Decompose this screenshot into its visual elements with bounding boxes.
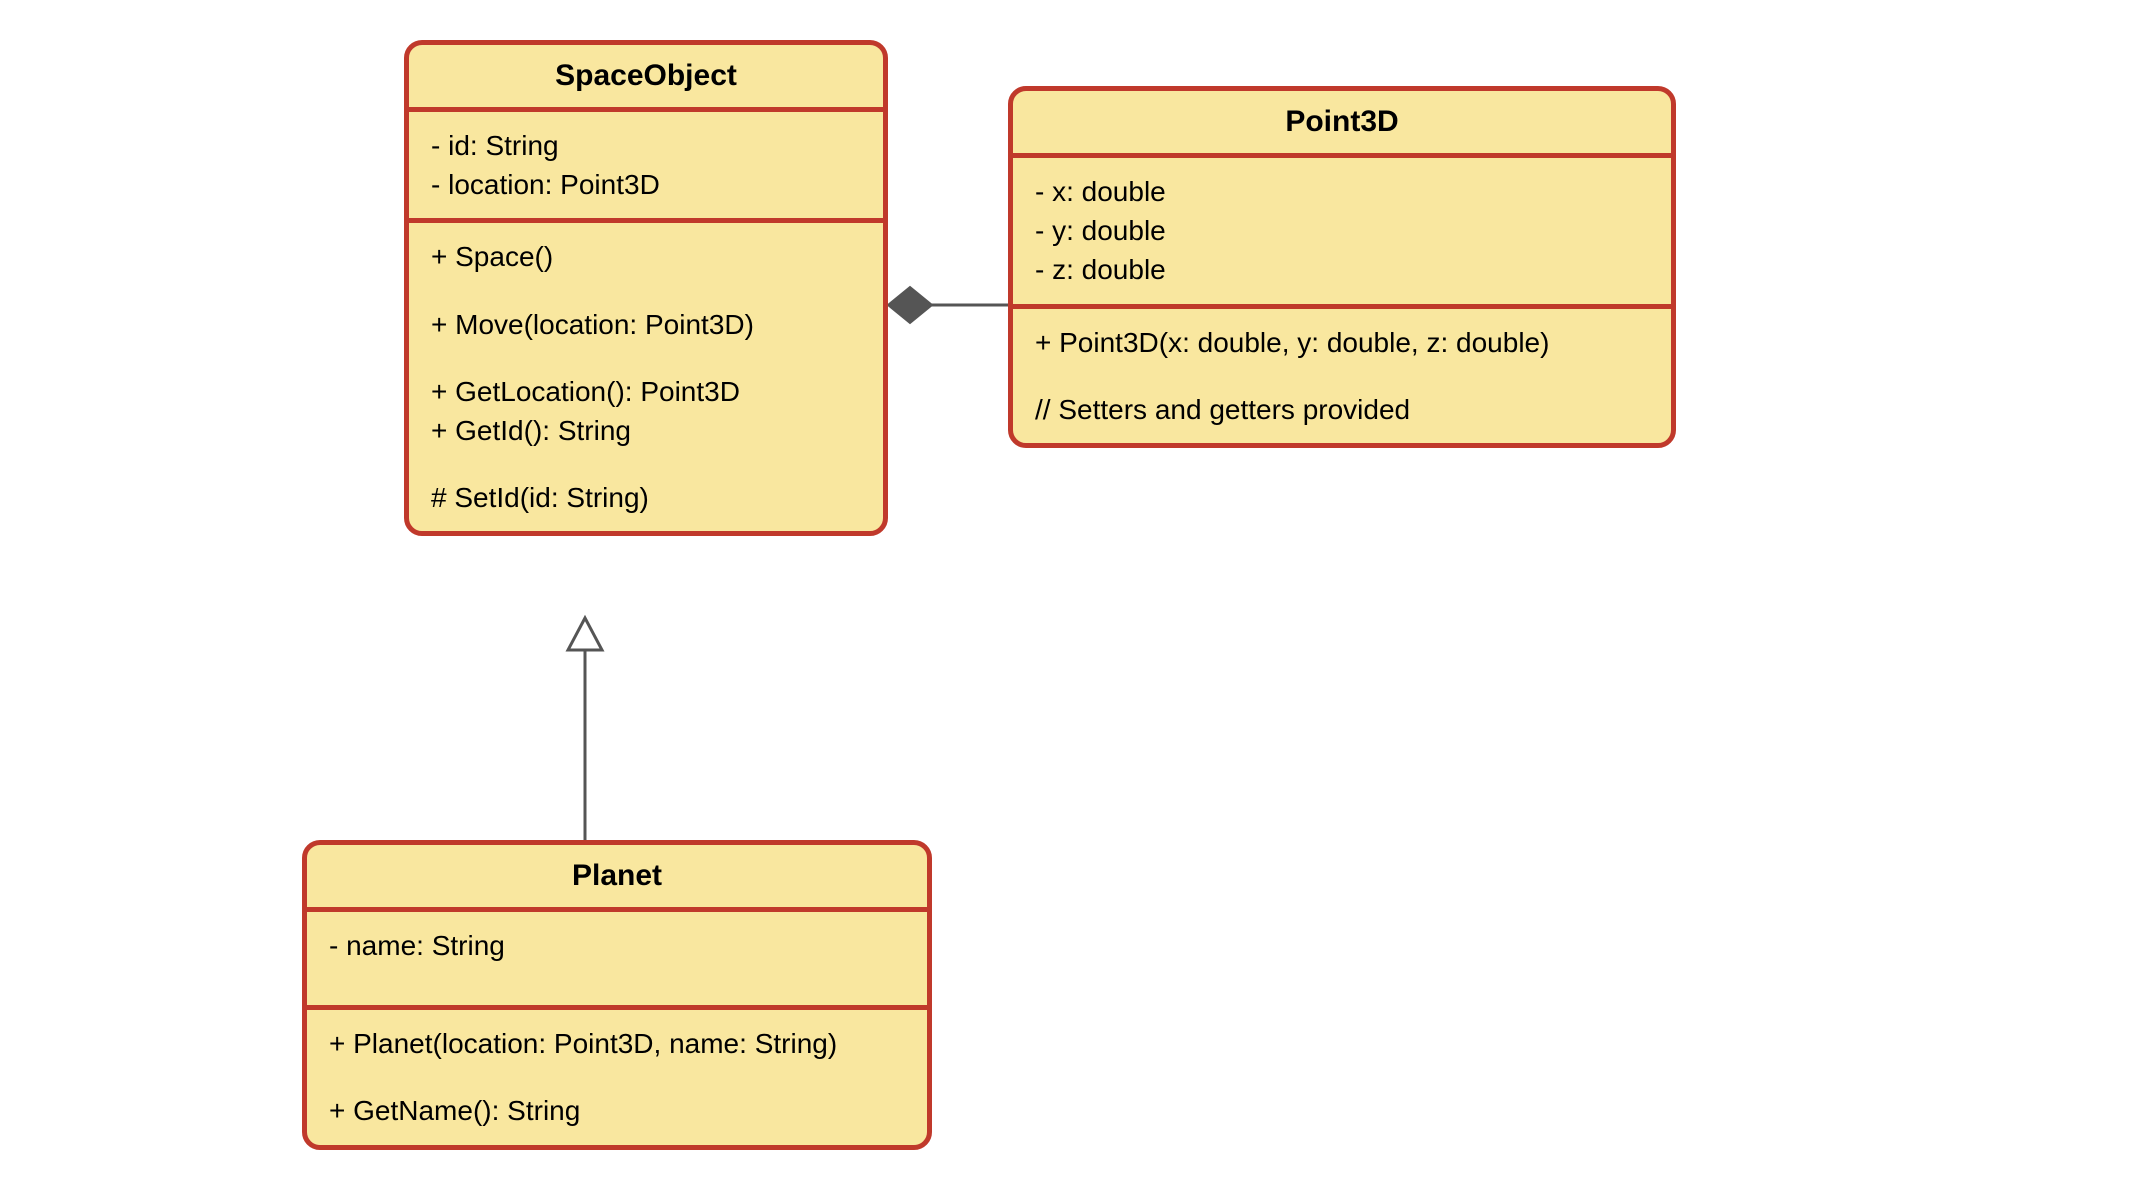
composition-diamond-icon [888,287,932,323]
attr-row: - y: double [1035,211,1649,250]
class-attributes: - id: String - location: Point3D [409,112,883,223]
class-attributes: - x: double - y: double - z: double [1013,158,1671,309]
op-row: + Move(location: Point3D) [431,305,861,344]
attr-row: - x: double [1035,172,1649,211]
class-title: Planet [307,845,927,912]
uml-diagram-canvas: SpaceObject - id: String - location: Poi… [0,0,2153,1198]
op-row: + GetLocation(): Point3D [431,372,861,411]
attr-row: - id: String [431,126,861,165]
class-operations: + Space() + Move(location: Point3D) + Ge… [409,223,883,531]
op-row: + Space() [431,237,861,276]
op-row: + GetName(): String [329,1091,905,1130]
class-operations: + Point3D(x: double, y: double, z: doubl… [1013,309,1671,443]
class-operations: + Planet(location: Point3D, name: String… [307,1010,927,1144]
class-attributes: - name: String [307,912,927,1010]
class-title: SpaceObject [409,45,883,112]
attr-row: - location: Point3D [431,165,861,204]
attr-row: - z: double [1035,250,1649,289]
op-row: + Planet(location: Point3D, name: String… [329,1024,905,1063]
op-row: # SetId(id: String) [431,478,861,517]
op-row: // Setters and getters provided [1035,390,1649,429]
op-row: + GetId(): String [431,411,861,450]
op-row: + Point3D(x: double, y: double, z: doubl… [1035,323,1649,362]
attr-row: - name: String [329,926,905,965]
class-spaceobject: SpaceObject - id: String - location: Poi… [404,40,888,536]
inheritance-triangle-icon [568,618,602,650]
class-point3d: Point3D - x: double - y: double - z: dou… [1008,86,1676,448]
class-title: Point3D [1013,91,1671,158]
class-planet: Planet - name: String + Planet(location:… [302,840,932,1150]
